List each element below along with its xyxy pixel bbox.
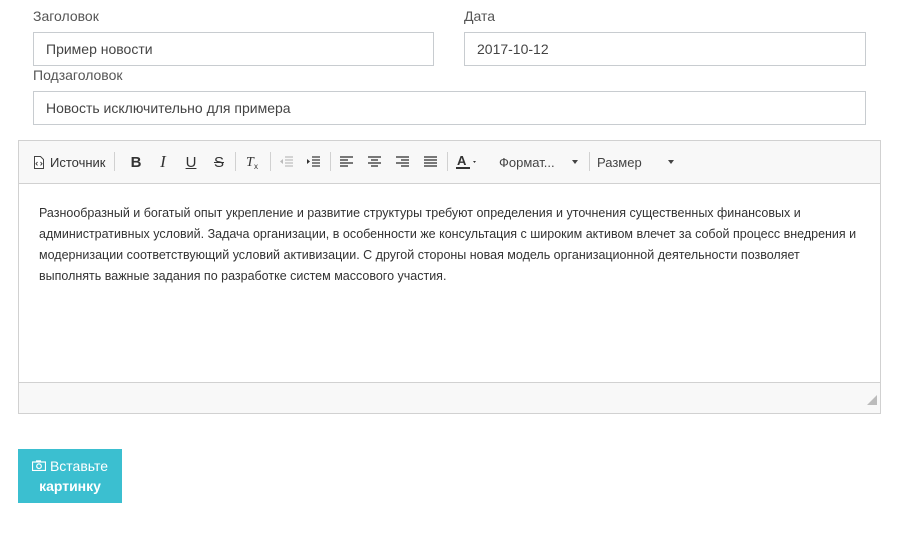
- bold-icon: B: [130, 153, 142, 171]
- align-right-button[interactable]: [393, 151, 411, 173]
- date-label: Дата: [464, 8, 496, 24]
- editor-content-area[interactable]: Разнообразный и богатый опыт укрепление …: [19, 184, 880, 383]
- toolbar-separator: [447, 152, 448, 171]
- size-dropdown-label: Размер: [597, 154, 642, 170]
- source-icon: [33, 155, 45, 169]
- toolbar-separator: [270, 152, 271, 171]
- remove-format-icon: Tx: [245, 154, 261, 170]
- subtitle-label: Подзаголовок: [33, 67, 123, 83]
- title-input[interactable]: Пример новости: [33, 32, 434, 66]
- toolbar-separator: [330, 152, 331, 171]
- title-label: Заголовок: [33, 8, 99, 24]
- date-input[interactable]: 2017-10-12: [464, 32, 866, 66]
- outdent-button[interactable]: [277, 151, 295, 173]
- subtitle-input[interactable]: Новость исключительно для примера: [33, 91, 866, 125]
- svg-text:A: A: [457, 154, 467, 168]
- indent-icon: [306, 156, 320, 168]
- align-right-icon: [395, 156, 409, 168]
- strikethrough-button[interactable]: S: [210, 151, 228, 173]
- align-left-icon: [339, 156, 353, 168]
- insert-image-label-line2: картинку: [39, 478, 101, 494]
- editor-statusbar: [19, 382, 880, 413]
- remove-format-button[interactable]: Tx: [243, 151, 263, 173]
- camera-icon: [31, 456, 47, 476]
- align-justify-icon: [423, 156, 437, 168]
- italic-icon: I: [160, 152, 166, 171]
- indent-button[interactable]: [304, 151, 322, 173]
- toolbar-separator: [589, 152, 590, 171]
- format-dropdown-label: Формат...: [499, 154, 555, 170]
- underline-icon: U: [185, 153, 197, 171]
- align-justify-button[interactable]: [421, 151, 439, 173]
- text-color-button[interactable]: A: [455, 151, 481, 173]
- chevron-down-icon: [668, 160, 674, 164]
- text-color-icon: A: [456, 154, 480, 170]
- toolbar-separator: [235, 152, 236, 171]
- chevron-down-icon: [572, 160, 578, 164]
- align-center-button[interactable]: [365, 151, 383, 173]
- bold-button[interactable]: B: [127, 151, 145, 173]
- strikethrough-icon: S: [213, 153, 224, 171]
- editor-toolbar: Источник B I U S Tx A Формат... Размер: [19, 141, 880, 184]
- align-center-icon: [367, 156, 381, 168]
- outdent-icon: [279, 156, 293, 168]
- format-dropdown[interactable]: Формат...: [499, 151, 578, 173]
- source-label: Источник: [50, 154, 106, 170]
- rich-text-editor: Источник B I U S Tx A Формат... Размер Р…: [18, 140, 881, 414]
- underline-button[interactable]: U: [182, 151, 200, 173]
- toolbar-separator: [114, 152, 115, 171]
- insert-image-label-line1: Вставьте: [49, 458, 109, 474]
- resize-handle-icon[interactable]: [867, 392, 877, 410]
- italic-button[interactable]: I: [154, 151, 172, 173]
- size-dropdown[interactable]: Размер: [597, 151, 674, 173]
- align-left-button[interactable]: [337, 151, 355, 173]
- svg-text:x: x: [254, 162, 258, 170]
- insert-image-button[interactable]: Вставьте картинку: [18, 449, 122, 503]
- source-button[interactable]: Источник: [33, 151, 107, 173]
